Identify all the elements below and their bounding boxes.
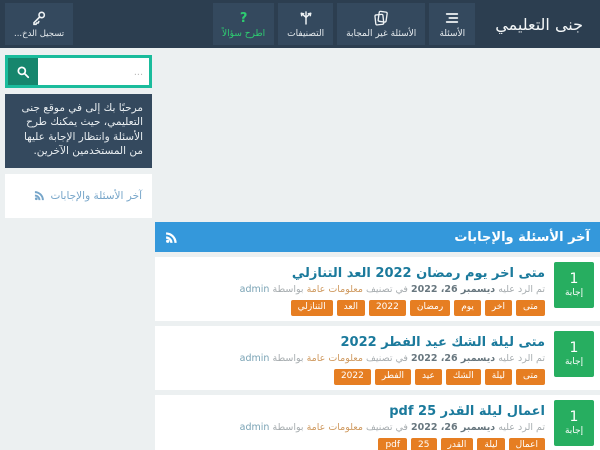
question-meta: تم الرد عليه ديسمبر 26، 2022 في تصنيف مع… xyxy=(161,353,545,365)
answer-count-label: إجابة xyxy=(564,288,584,298)
nav-item-categories[interactable]: التصنيفات xyxy=(278,3,334,45)
nav-item-ask-question[interactable]: ? اطرح سؤالاً xyxy=(213,3,275,45)
user-link[interactable]: admin xyxy=(240,353,270,364)
rss-icon xyxy=(34,190,45,201)
meta-date: ديسمبر 26، 2022 xyxy=(410,353,496,365)
login-button[interactable]: تسجيل الدخ... xyxy=(5,3,74,45)
rss-feed-icon[interactable] xyxy=(165,231,178,244)
answer-count: 1 xyxy=(569,340,579,357)
meta-date: ديسمبر 26، 2022 xyxy=(410,422,496,434)
tag[interactable]: متى xyxy=(515,300,545,316)
meta-prefix: تم الرد عليه xyxy=(498,353,545,365)
pages-icon xyxy=(373,10,389,27)
user-link[interactable]: admin xyxy=(240,284,270,295)
tag[interactable]: القدر xyxy=(440,437,474,450)
meta-prefix: تم الرد عليه xyxy=(498,422,545,434)
tag[interactable]: عيد xyxy=(415,369,442,385)
page-title: آخر الأسئلة والإجابات xyxy=(454,229,590,245)
tag[interactable]: 25 xyxy=(411,437,437,450)
sidebar-nav: آخر الأسئلة والإجابات xyxy=(5,173,152,218)
category-link[interactable]: معلومات عامة xyxy=(307,353,363,364)
search-box xyxy=(5,55,152,88)
nav-item-label: الأسئلة غير المجابة xyxy=(346,28,417,39)
navbar: جنى التعليمي الأسئلة الأسئلة غير المجابة… xyxy=(0,0,600,48)
meta-by: بواسطة xyxy=(272,284,304,296)
main-area: آخر الأسئلة والإجابات 1 إجابة متى اخر يو… xyxy=(155,55,600,450)
tag[interactable]: متى xyxy=(515,369,545,385)
meta-in-category: في تصنيف xyxy=(366,422,408,434)
question-list: 1 إجابة متى اخر يوم رمضان 2022 العد التن… xyxy=(155,257,600,450)
question-title-link[interactable]: متى ليلة الشك عيد الفطر 2022 xyxy=(340,335,545,351)
question-mark-icon: ? xyxy=(239,10,248,26)
answer-count: 1 xyxy=(569,271,579,288)
sidebar-link-label: آخر الأسئلة والإجابات xyxy=(50,189,142,202)
question-title-link[interactable]: متى اخر يوم رمضان 2022 العد التنازلي xyxy=(292,266,545,282)
tag[interactable]: رمضان xyxy=(409,300,451,316)
answer-count: 1 xyxy=(569,409,579,426)
tag[interactable]: التنازلي xyxy=(290,300,333,316)
meta-in-category: في تصنيف xyxy=(366,284,408,296)
question-title-link[interactable]: اعمال ليلة القدر 25 pdf xyxy=(389,404,545,420)
search-icon xyxy=(16,65,30,79)
page-content: مرحبًا بك إلى في موقع جنى التعليمي، حيث … xyxy=(0,48,600,450)
answer-count-badge: 1 إجابة xyxy=(554,262,594,308)
nav-item-label: الأسئلة xyxy=(439,28,466,39)
question-content: اعمال ليلة القدر 25 pdf تم الرد عليه ديس… xyxy=(161,400,545,450)
tag-list: متى ليلة الشك عيد الفطر 2022 xyxy=(161,369,545,385)
tag[interactable]: اعمال xyxy=(508,437,545,450)
question-row: 1 إجابة متى ليلة الشك عيد الفطر 2022 تم … xyxy=(155,325,600,390)
site-title: جنى التعليمي xyxy=(495,14,583,34)
welcome-message: مرحبًا بك إلى في موقع جنى التعليمي، حيث … xyxy=(5,94,152,168)
tag-list: متى اخر يوم رمضان 2022 العد التنازلي xyxy=(161,300,545,316)
question-row: 1 إجابة اعمال ليلة القدر 25 pdf تم الرد … xyxy=(155,394,600,450)
sidebar-item-latest-questions[interactable]: آخر الأسئلة والإجابات xyxy=(15,190,142,202)
sidebar: مرحبًا بك إلى في موقع جنى التعليمي، حيث … xyxy=(5,55,152,218)
meta-by: بواسطة xyxy=(272,353,304,365)
key-icon xyxy=(31,10,47,27)
tag[interactable]: الشك xyxy=(445,369,481,385)
answer-count-badge: 1 إجابة xyxy=(554,399,594,446)
tag[interactable]: العد xyxy=(336,300,365,316)
tag[interactable]: الفطر xyxy=(374,369,412,385)
meta-by: بواسطة xyxy=(272,422,304,434)
meta-prefix: تم الرد عليه xyxy=(498,284,545,296)
meta-date: ديسمبر 26، 2022 xyxy=(410,284,496,296)
nav-item-label: التصنيفات xyxy=(287,28,325,39)
nav-item-label: اطرح سؤالاً xyxy=(222,28,266,39)
meta-in-category: في تصنيف xyxy=(366,353,408,365)
answer-count-badge: 1 إجابة xyxy=(554,330,594,377)
tag[interactable]: ليلة xyxy=(484,369,512,385)
tag[interactable]: يوم xyxy=(454,300,481,316)
user-link[interactable]: admin xyxy=(240,422,270,433)
tag[interactable]: اخر xyxy=(484,300,512,316)
share-icon xyxy=(298,10,314,27)
tag[interactable]: 2022 xyxy=(368,300,406,316)
list-icon xyxy=(444,10,460,27)
search-button[interactable] xyxy=(8,58,38,85)
site-brand[interactable]: جنى التعليمي xyxy=(477,0,597,48)
question-meta: تم الرد عليه ديسمبر 26، 2022 في تصنيف مع… xyxy=(161,284,545,296)
question-content: متى ليلة الشك عيد الفطر 2022 تم الرد علي… xyxy=(161,331,545,385)
category-link[interactable]: معلومات عامة xyxy=(307,284,363,295)
answer-count-label: إجابة xyxy=(564,356,584,367)
tag-list: اعمال ليلة القدر 25 pdf xyxy=(161,437,545,450)
tag[interactable]: 2022 xyxy=(333,369,371,385)
question-row: 1 إجابة متى اخر يوم رمضان 2022 العد التن… xyxy=(155,257,600,321)
main-header: آخر الأسئلة والإجابات xyxy=(155,222,600,252)
tag[interactable]: pdf xyxy=(378,437,408,450)
nav-item-questions[interactable]: الأسئلة xyxy=(429,3,476,45)
question-content: متى اخر يوم رمضان 2022 العد التنازلي تم … xyxy=(161,262,545,316)
question-meta: تم الرد عليه ديسمبر 26، 2022 في تصنيف مع… xyxy=(161,422,545,434)
tag[interactable]: ليلة xyxy=(477,437,505,450)
search-input[interactable] xyxy=(38,58,149,85)
nav-item-unanswered[interactable]: الأسئلة غير المجابة xyxy=(337,3,426,45)
main-spacer xyxy=(155,55,600,222)
answer-count-label: إجابة xyxy=(564,425,584,436)
login-label: تسجيل الدخ... xyxy=(14,28,65,39)
category-link[interactable]: معلومات عامة xyxy=(307,422,363,433)
